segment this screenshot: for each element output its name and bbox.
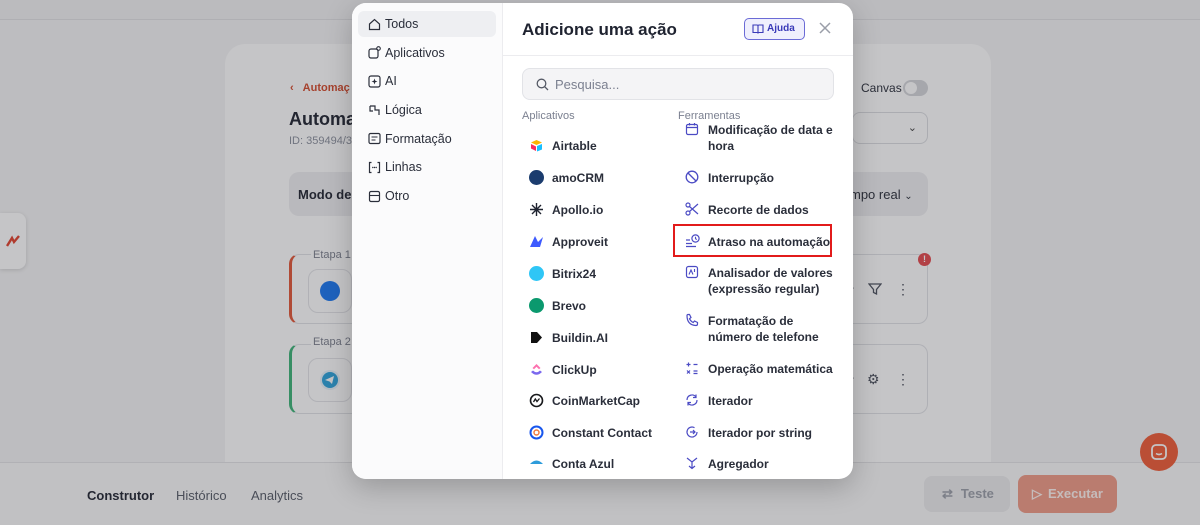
tools-heading: Ferramentas	[678, 110, 741, 122]
app-item-constant-contact[interactable]: Constant Contact	[529, 425, 652, 441]
brackets-icon	[367, 160, 381, 174]
search-box[interactable]	[522, 68, 834, 100]
coinmarketcap-icon	[529, 393, 545, 409]
modal-title: Adicione uma ação	[522, 20, 677, 39]
clickup-icon	[529, 362, 545, 378]
app-item-bitrix24[interactable]: Bitrix24	[529, 266, 596, 282]
help-button[interactable]: Ajuda	[744, 18, 805, 40]
category-label: Linhas	[385, 160, 422, 175]
buildin-icon	[529, 330, 545, 346]
tool-label: Iterador	[708, 394, 753, 408]
category-aplicativos[interactable]: Aplicativos	[358, 40, 496, 66]
category-label: AI	[385, 74, 397, 89]
category-formatacao[interactable]: Formatação	[358, 126, 496, 152]
tool-item-agregador[interactable]: Agregador	[685, 456, 769, 472]
category-linhas[interactable]: Linhas	[358, 154, 496, 180]
stop-icon	[685, 170, 701, 186]
home-icon	[367, 17, 381, 31]
search-icon	[536, 78, 549, 91]
app-label: Constant Contact	[552, 426, 652, 440]
phone-icon	[685, 313, 701, 329]
app-label: ClickUp	[552, 363, 597, 377]
app-label: Approveit	[552, 235, 609, 249]
app-item-coinmarketcap[interactable]: CoinMarketCap	[529, 393, 640, 409]
app-item-apollo[interactable]: Apollo.io	[529, 202, 603, 218]
tool-label: Formatação de número de telefone	[708, 314, 819, 344]
tool-label: Modificação de data e hora	[708, 123, 833, 153]
book-icon	[752, 24, 764, 34]
tool-label: Interrupção	[708, 171, 775, 185]
brevo-icon	[529, 298, 545, 314]
tool-item-matematica[interactable]: Operação matemática	[685, 361, 833, 377]
highlight-box	[673, 224, 832, 257]
app-item-airtable[interactable]: Airtable	[529, 138, 597, 154]
calendar-icon	[685, 122, 701, 138]
app-label: amoCRM	[552, 171, 605, 185]
category-label: Aplicativos	[385, 45, 445, 60]
app-label: Airtable	[552, 139, 597, 153]
string-iterator-icon	[685, 425, 701, 441]
close-icon[interactable]	[817, 20, 833, 36]
app-label: CoinMarketCap	[552, 394, 641, 408]
bitrix24-icon	[529, 266, 545, 282]
conta-azul-icon	[529, 456, 545, 472]
scissors-icon	[685, 202, 701, 218]
help-label: Ajuda	[767, 23, 795, 34]
archive-icon	[367, 189, 381, 203]
tool-label: Operação matemática	[708, 362, 833, 376]
app-label: Conta Azul	[552, 457, 615, 471]
category-otro[interactable]: Otro	[358, 183, 496, 209]
format-icon	[367, 132, 381, 146]
ai-sparkle-icon	[367, 74, 381, 88]
logic-icon	[367, 103, 381, 117]
category-label: Otro	[385, 189, 410, 204]
category-label: Formatação	[385, 131, 452, 146]
app-label: Brevo	[552, 299, 587, 313]
app-item-amocrm[interactable]: amoCRM	[529, 170, 604, 186]
iterator-icon	[685, 393, 701, 409]
tool-item-telefone[interactable]: Formatação de número de telefone	[685, 313, 835, 345]
tool-label: Iterador por string	[708, 426, 813, 440]
header-divider	[503, 55, 853, 56]
app-item-buildin[interactable]: Buildin.AI	[529, 330, 608, 346]
tool-item-interrupcao[interactable]: Interrupção	[685, 170, 774, 186]
add-action-modal: Todos Aplicativos AI Lógica Formatação L…	[352, 3, 853, 479]
amocrm-icon	[529, 170, 545, 186]
category-label: Lógica	[385, 103, 422, 118]
category-logica[interactable]: Lógica	[358, 97, 496, 123]
apps-icon	[367, 46, 381, 60]
app-label: Buildin.AI	[552, 331, 608, 345]
airtable-icon	[529, 138, 545, 154]
app-item-approveit[interactable]: Approveit	[529, 234, 608, 250]
tool-item-regex[interactable]: Analisador de valores (expressão regular…	[685, 265, 845, 297]
tool-item-recorte[interactable]: Recorte de dados	[685, 202, 809, 218]
app-item-brevo[interactable]: Brevo	[529, 298, 586, 314]
category-ai[interactable]: AI	[358, 68, 496, 94]
app-item-clickup[interactable]: ClickUp	[529, 362, 597, 378]
approveit-icon	[529, 234, 545, 250]
category-label: Todos	[385, 17, 419, 31]
apollo-icon	[529, 202, 545, 218]
tool-item-iterador-string[interactable]: Iterador por string	[685, 425, 812, 441]
aggregator-icon	[685, 456, 701, 472]
app-label: Apollo.io	[552, 203, 604, 217]
constant-contact-icon	[529, 425, 545, 441]
category-todos[interactable]: Todos	[358, 11, 496, 37]
search-input[interactable]	[555, 76, 815, 92]
app-item-conta-azul[interactable]: Conta Azul	[529, 456, 614, 472]
category-sidebar: Todos Aplicativos AI Lógica Formatação L…	[352, 3, 503, 479]
tool-label: Analisador de valores (expressão regular…	[708, 266, 833, 296]
apps-heading: Aplicativos	[522, 110, 575, 122]
tool-item-iterador[interactable]: Iterador	[685, 393, 753, 409]
regex-icon	[685, 265, 701, 281]
tool-label: Agregador	[708, 457, 769, 471]
math-icon	[685, 361, 701, 377]
tool-label: Recorte de dados	[708, 203, 809, 217]
app-label: Bitrix24	[552, 267, 597, 281]
tool-item-date-time[interactable]: Modificação de data e hora	[685, 122, 845, 154]
